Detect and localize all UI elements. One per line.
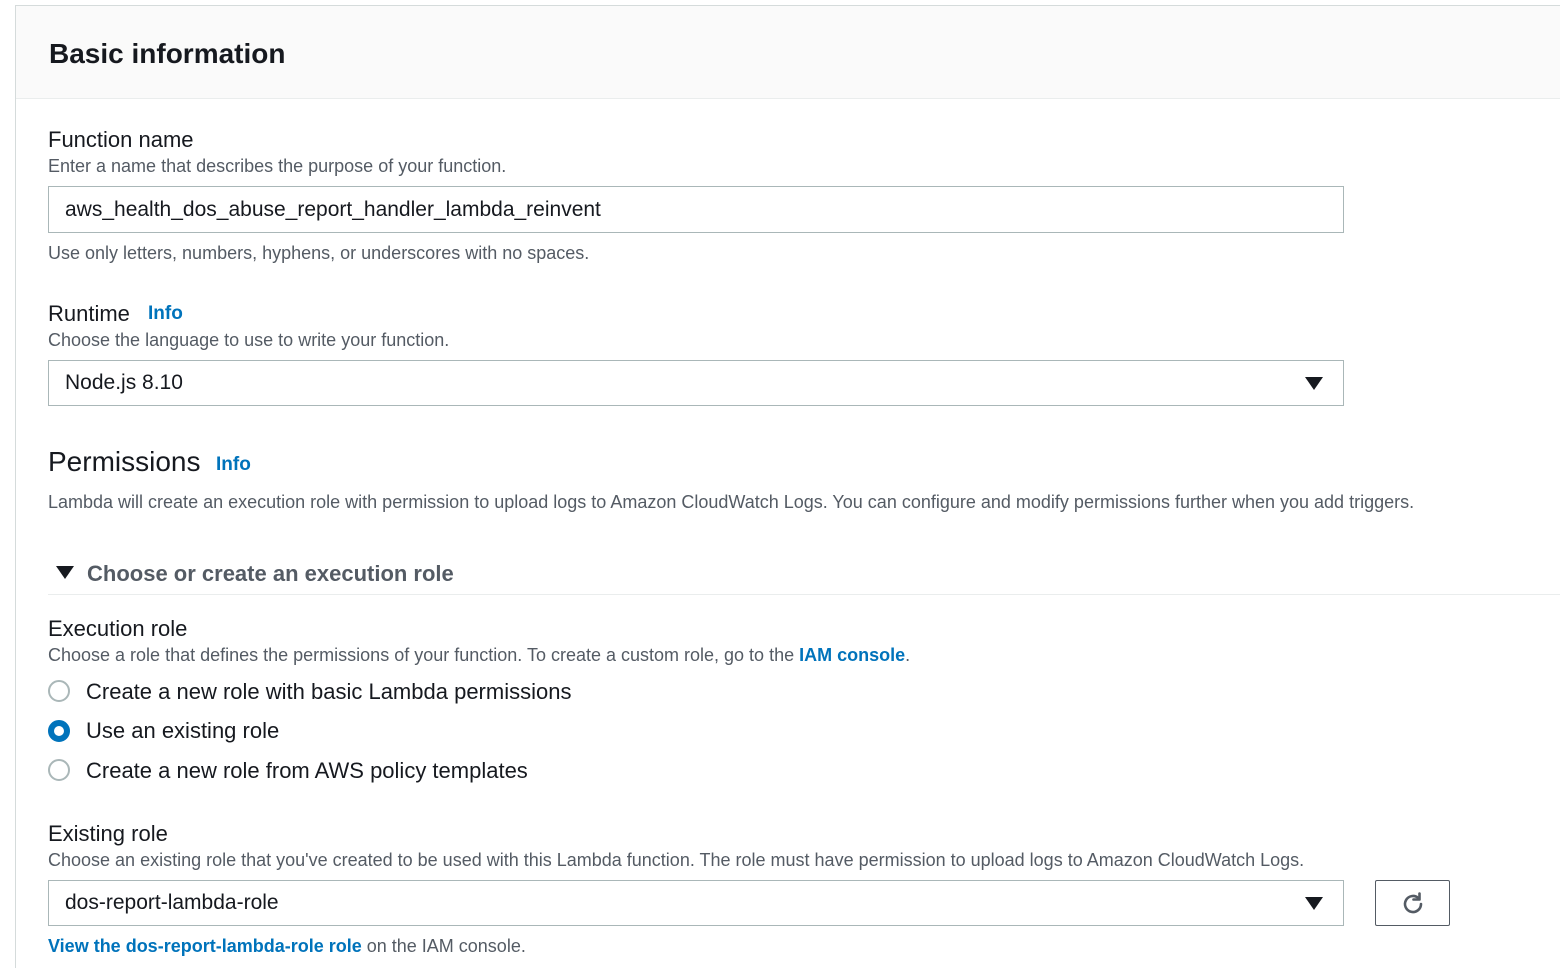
view-role-link[interactable]: View the dos-report-lambda-role role <box>48 936 362 956</box>
existing-role-selected-value: dos-report-lambda-role <box>65 891 279 914</box>
existing-role-description: Choose an existing role that you've crea… <box>48 850 1305 870</box>
permissions-info-link[interactable]: Info <box>216 454 251 476</box>
runtime-label: Runtime <box>48 301 130 326</box>
radio-create-basic-role[interactable] <box>48 680 70 702</box>
view-role-line: View the dos-report-lambda-role role on … <box>48 936 526 957</box>
execution-role-description: Choose a role that defines the permissio… <box>48 645 910 666</box>
execution-role-description-text: Choose a role that defines the permissio… <box>48 645 800 665</box>
panel-title: Basic information <box>49 38 286 69</box>
runtime-select[interactable]: Node.js 8.10 <box>48 360 1344 406</box>
existing-role-label: Existing role <box>48 821 168 846</box>
runtime-selected-value: Node.js 8.10 <box>65 371 183 394</box>
caret-down-icon <box>1305 897 1323 910</box>
execution-role-label: Execution role <box>48 616 188 641</box>
basic-information-panel: Basic information <box>15 5 1560 968</box>
runtime-info-link[interactable]: Info <box>148 303 183 325</box>
runtime-description: Choose the language to use to write your… <box>48 330 450 350</box>
expander-caret-down-icon[interactable] <box>56 566 74 579</box>
radio-label-create-basic-role[interactable]: Create a new role with basic Lambda perm… <box>86 679 571 705</box>
refresh-icon <box>1403 892 1423 914</box>
execution-role-expander[interactable]: Choose or create an execution role <box>87 561 454 587</box>
radio-label-use-existing-role[interactable]: Use an existing role <box>86 718 279 744</box>
panel-header: Basic information <box>16 6 1560 99</box>
function-name-input[interactable]: aws_health_dos_abuse_report_handler_lamb… <box>48 186 1344 233</box>
existing-role-select[interactable]: dos-report-lambda-role <box>48 880 1344 926</box>
permissions-description: Lambda will create an execution role wit… <box>48 492 1415 512</box>
radio-use-existing-role[interactable] <box>48 720 70 742</box>
permissions-title: Permissions <box>48 446 201 477</box>
radio-create-from-templates[interactable] <box>48 759 70 781</box>
view-role-suffix: on the IAM console. <box>361 936 526 956</box>
function-name-label: Function name <box>48 127 194 152</box>
caret-down-icon <box>1305 377 1323 390</box>
iam-console-link[interactable]: IAM console <box>799 645 905 665</box>
divider <box>48 594 1560 595</box>
refresh-button[interactable] <box>1375 880 1450 926</box>
function-name-description: Enter a name that describes the purpose … <box>48 156 507 176</box>
function-name-constraint: Use only letters, numbers, hyphens, or u… <box>48 243 590 263</box>
radio-label-create-from-templates[interactable]: Create a new role from AWS policy templa… <box>86 758 528 784</box>
execution-role-description-suffix: . <box>905 645 911 665</box>
